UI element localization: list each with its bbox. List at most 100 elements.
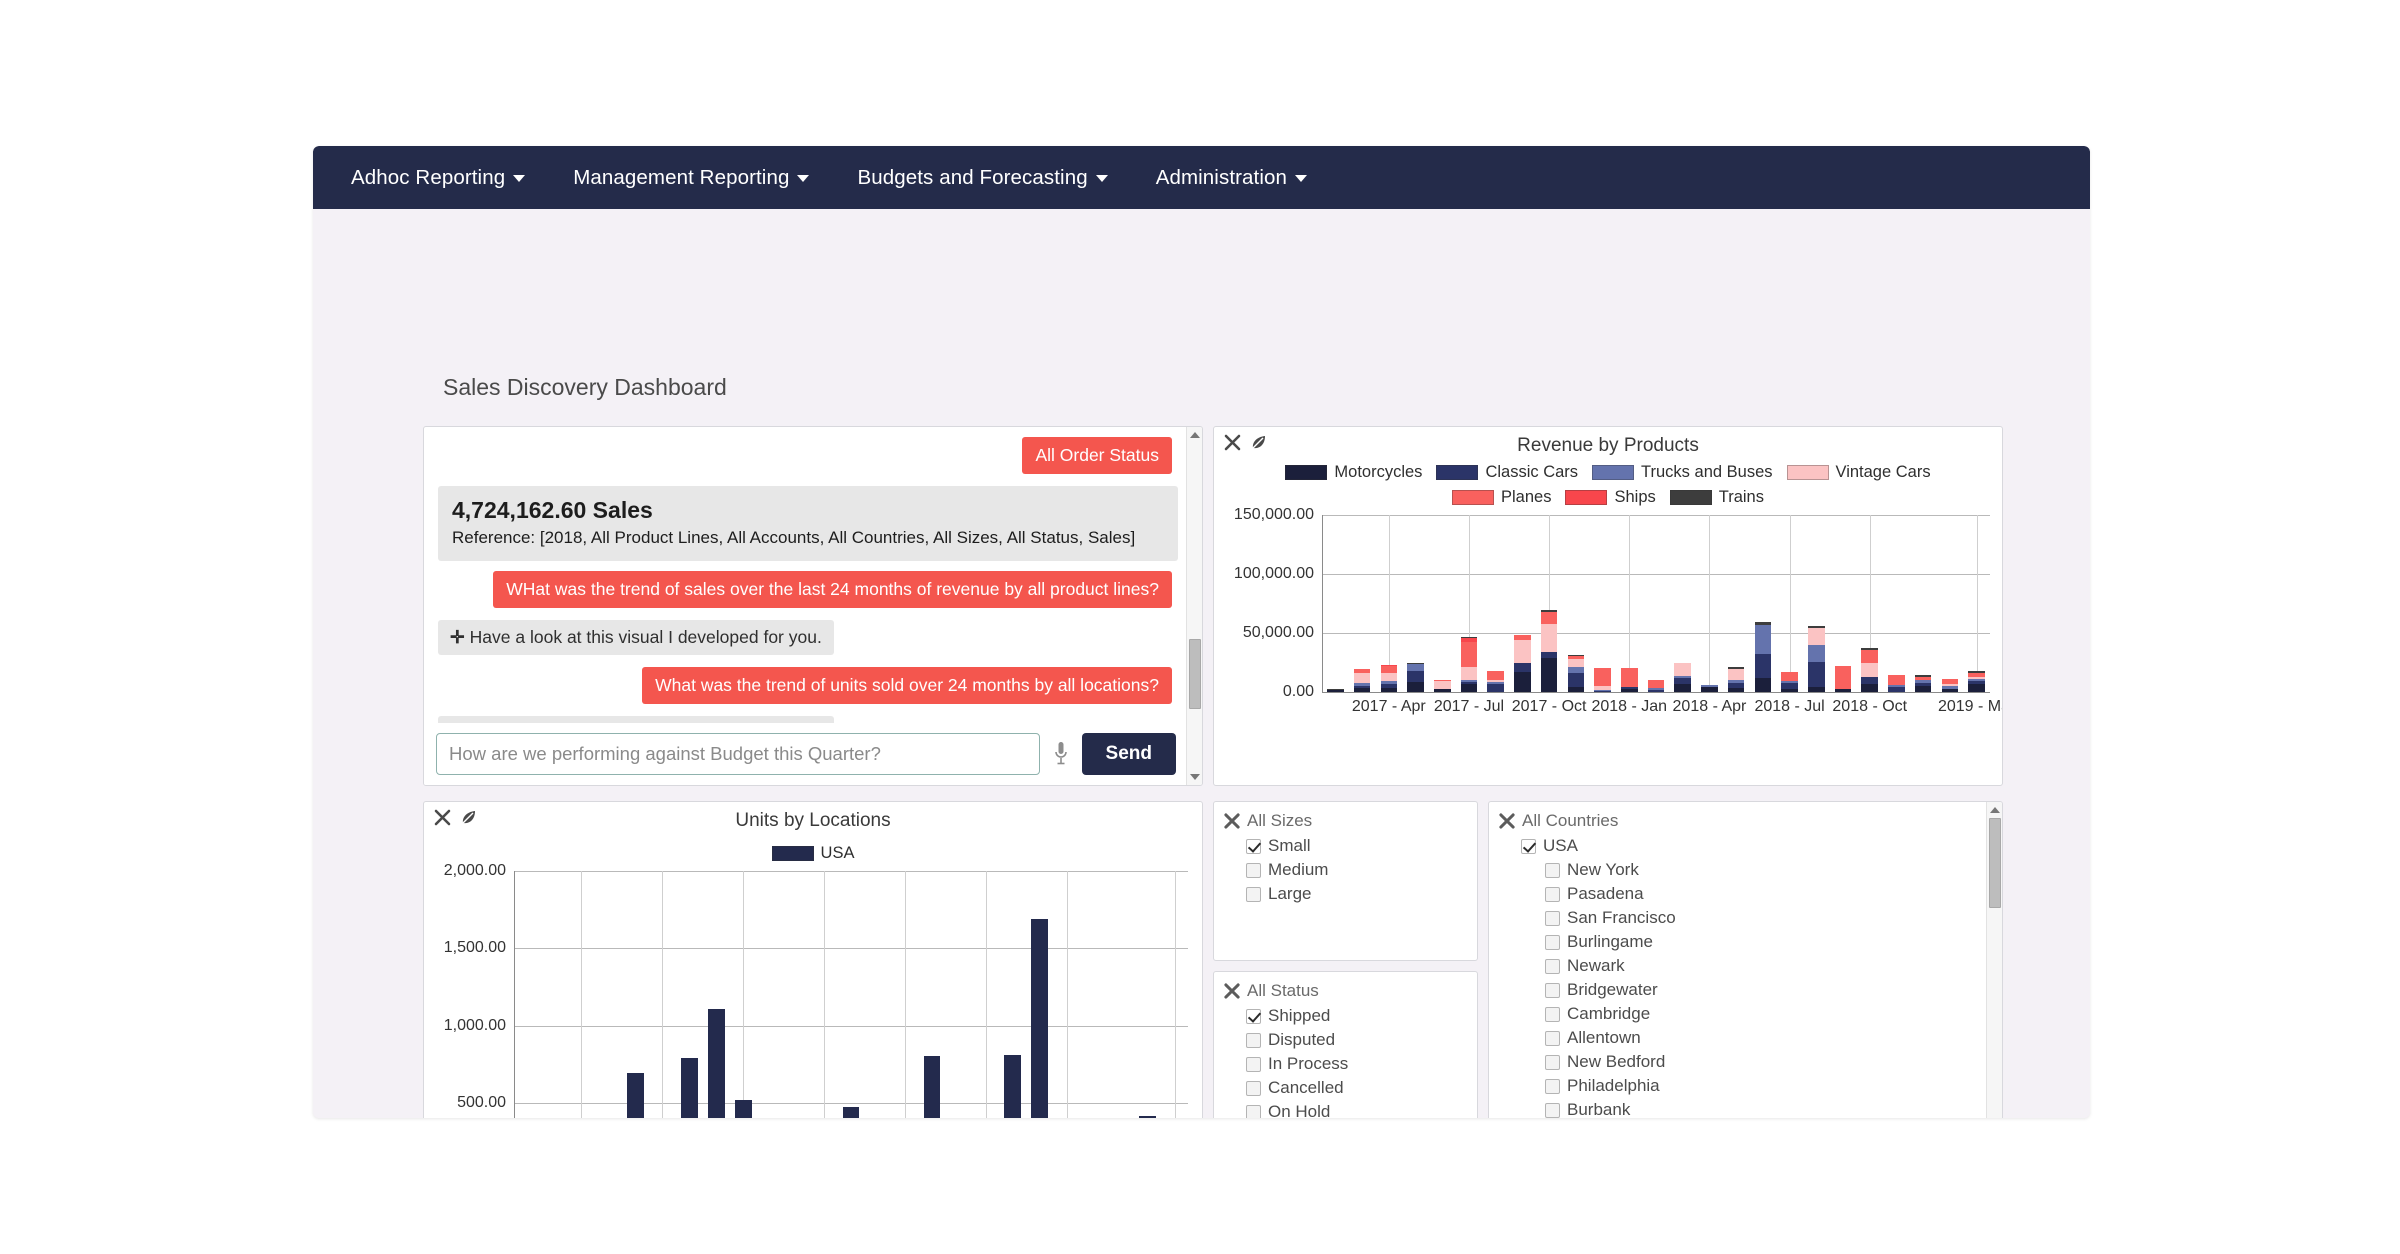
legend-item[interactable]: Classic Cars (1436, 463, 1578, 482)
legend-item[interactable]: USA (771, 844, 854, 863)
microphone-icon[interactable] (1050, 737, 1072, 771)
filter-item-bridgewater[interactable]: Bridgewater (1499, 978, 1982, 1002)
scroll-thumb[interactable] (1189, 639, 1201, 709)
filter-item-cancelled[interactable]: Cancelled (1224, 1076, 1467, 1100)
checkbox[interactable] (1545, 886, 1560, 902)
bar-column[interactable] (1487, 670, 1504, 692)
nav-item-budgets-and-forecasting[interactable]: Budgets and Forecasting (833, 156, 1131, 200)
bar-column[interactable] (680, 1057, 698, 1118)
checkbox[interactable] (1545, 1078, 1560, 1094)
bar-column[interactable] (1701, 684, 1718, 692)
leaf-icon[interactable] (459, 809, 477, 826)
countries-scrollbar[interactable] (1986, 802, 2002, 1118)
bar-column[interactable] (1941, 679, 1959, 692)
checkbox[interactable] (1545, 862, 1560, 878)
filter-item-cambridge[interactable]: Cambridge (1499, 1002, 1982, 1026)
filter-item-burlingame[interactable]: Burlingame (1499, 930, 1982, 954)
bar-column[interactable] (1861, 648, 1879, 692)
filter-item-new-york[interactable]: New York (1499, 858, 1982, 882)
checkbox[interactable] (1246, 1008, 1261, 1024)
checkbox[interactable] (1545, 910, 1560, 926)
nav-item-administration[interactable]: Administration (1132, 156, 1331, 200)
filter-item-philadelphia[interactable]: Philadelphia (1499, 1074, 1982, 1098)
nav-item-management-reporting[interactable]: Management Reporting (549, 156, 833, 200)
filter-item-on-hold[interactable]: On Hold (1224, 1100, 1467, 1118)
filter-item-allentown[interactable]: Allentown (1499, 1026, 1982, 1050)
bar-column[interactable] (1620, 668, 1638, 692)
bar-column[interactable] (1647, 680, 1665, 692)
chat-scrollbar[interactable] (1186, 427, 1202, 785)
close-icon[interactable] (1224, 813, 1240, 829)
close-icon[interactable] (1224, 434, 1241, 451)
checkbox[interactable] (1545, 1006, 1560, 1022)
bar-column[interactable] (1139, 1115, 1156, 1118)
bar-column[interactable] (1834, 666, 1852, 692)
bar-column[interactable] (707, 1008, 725, 1118)
legend-item[interactable]: Trains (1669, 488, 1764, 507)
filter-item-in-process[interactable]: In Process (1224, 1052, 1467, 1076)
checkbox[interactable] (1246, 1056, 1261, 1072)
bar-column[interactable] (1540, 610, 1558, 692)
checkbox[interactable] (1246, 1080, 1261, 1096)
bar-column[interactable] (1594, 667, 1611, 692)
filter-item-newark[interactable]: Newark (1499, 954, 1982, 978)
bar-column[interactable] (1407, 662, 1424, 692)
legend-item[interactable]: Trucks and Buses (1592, 463, 1773, 482)
bar-column[interactable] (1460, 636, 1478, 692)
bar-column[interactable] (1727, 667, 1745, 692)
legend-item[interactable]: Vintage Cars (1786, 463, 1931, 482)
filter-item-large[interactable]: Large (1224, 882, 1467, 906)
close-icon[interactable] (1224, 983, 1240, 999)
filter-item-medium[interactable]: Medium (1224, 858, 1467, 882)
filter-item-usa[interactable]: USA (1499, 834, 1982, 858)
checkbox[interactable] (1246, 838, 1261, 854)
checkbox[interactable] (1521, 838, 1536, 854)
bar-column[interactable] (1914, 674, 1932, 692)
checkbox[interactable] (1246, 1104, 1261, 1118)
bar-column[interactable] (1353, 669, 1371, 692)
bar-column[interactable] (1888, 674, 1905, 692)
filter-item-new-bedford[interactable]: New Bedford (1499, 1050, 1982, 1074)
bar-column[interactable] (734, 1099, 752, 1118)
nav-item-adhoc-reporting[interactable]: Adhoc Reporting (327, 156, 549, 200)
bar-column[interactable] (1433, 679, 1451, 692)
checkbox[interactable] (1545, 1054, 1560, 1070)
bar-column[interactable] (842, 1106, 860, 1118)
bar-column[interactable] (1808, 625, 1825, 692)
scroll-up-icon[interactable] (1190, 432, 1200, 438)
bar-column[interactable] (1380, 665, 1398, 692)
filter-item-disputed[interactable]: Disputed (1224, 1028, 1467, 1052)
checkbox[interactable] (1545, 982, 1560, 998)
bar-column[interactable] (1674, 663, 1691, 692)
bar-column[interactable] (1754, 622, 1772, 692)
checkbox[interactable] (1545, 1030, 1560, 1046)
filter-item-shipped[interactable]: Shipped (1224, 1004, 1467, 1028)
close-icon[interactable] (434, 809, 451, 826)
checkbox[interactable] (1246, 886, 1261, 902)
bar-column[interactable] (1031, 918, 1049, 1118)
bar-column[interactable] (1567, 654, 1585, 692)
bar-column[interactable] (1004, 1054, 1022, 1118)
scroll-down-icon[interactable] (1190, 774, 1200, 780)
legend-item[interactable]: Planes (1452, 488, 1551, 507)
legend-item[interactable]: Ships (1565, 488, 1656, 507)
filter-item-small[interactable]: Small (1224, 834, 1467, 858)
chat-input[interactable] (436, 733, 1040, 775)
checkbox[interactable] (1545, 934, 1560, 950)
close-icon[interactable] (1499, 813, 1515, 829)
checkbox[interactable] (1246, 1032, 1261, 1048)
checkbox[interactable] (1246, 862, 1261, 878)
scroll-up-icon[interactable] (1990, 807, 2000, 813)
filter-item-pasadena[interactable]: Pasadena (1499, 882, 1982, 906)
send-button[interactable]: Send (1081, 733, 1176, 775)
bar-column[interactable] (1968, 671, 1985, 692)
filter-item-burbank[interactable]: Burbank (1499, 1098, 1982, 1118)
filter-item-san-francisco[interactable]: San Francisco (1499, 906, 1982, 930)
legend-item[interactable]: Motorcycles (1285, 463, 1422, 482)
checkbox[interactable] (1545, 1102, 1560, 1118)
scroll-thumb[interactable] (1989, 818, 2001, 908)
checkbox[interactable] (1545, 958, 1560, 974)
leaf-icon[interactable] (1249, 434, 1267, 451)
bar-column[interactable] (923, 1056, 941, 1118)
bar-column[interactable] (626, 1073, 644, 1118)
